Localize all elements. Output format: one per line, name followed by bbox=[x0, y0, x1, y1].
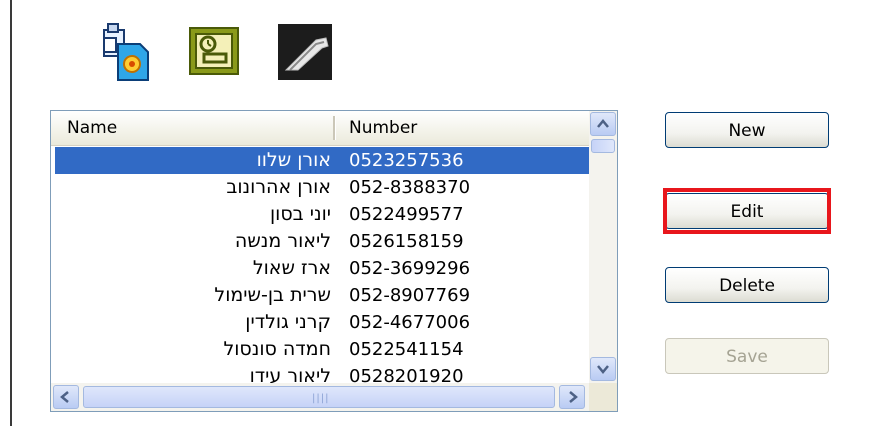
list-item[interactable]: ליאור מנשה 0526158159 bbox=[55, 228, 589, 255]
contact-name: ליאור מנשה bbox=[234, 230, 331, 252]
export-file-icon[interactable] bbox=[96, 22, 154, 84]
scroll-down-button[interactable] bbox=[590, 357, 616, 381]
horizontal-scrollbar[interactable]: |||| bbox=[51, 383, 589, 411]
list-header: Name Number bbox=[51, 111, 589, 146]
horizontal-scroll-thumb[interactable]: |||| bbox=[83, 386, 555, 408]
list-item[interactable]: אורן שלוו 0523257536 bbox=[55, 147, 589, 174]
contact-name: שרית בן-שימול bbox=[214, 284, 331, 306]
chevron-down-icon bbox=[597, 365, 609, 374]
column-header-number[interactable]: Number bbox=[349, 111, 417, 145]
contact-number: 052-4677006 bbox=[349, 312, 471, 333]
contact-number: 0526158159 bbox=[349, 231, 464, 252]
contact-number: 0522499577 bbox=[349, 204, 464, 225]
scroll-left-button[interactable] bbox=[53, 385, 79, 409]
list-item[interactable]: קרני גולדין 052-4677006 bbox=[55, 309, 589, 336]
column-header-name[interactable]: Name bbox=[67, 111, 117, 145]
chevron-right-icon bbox=[569, 391, 578, 403]
vertical-scrollbar[interactable] bbox=[589, 111, 617, 383]
list-item[interactable]: אורן אהרונוב 052-8388370 bbox=[55, 174, 589, 201]
chevron-left-icon bbox=[60, 391, 69, 403]
delete-button[interactable]: Delete bbox=[665, 267, 829, 303]
left-border bbox=[10, 0, 12, 426]
column-separator[interactable] bbox=[333, 116, 336, 140]
contact-name: אורן שלוו bbox=[256, 149, 331, 171]
scroll-grip-icon: |||| bbox=[312, 393, 330, 404]
edit-highlight-box bbox=[663, 188, 831, 234]
list-item[interactable]: חמדה סונסול 0522541154 bbox=[55, 336, 589, 363]
list-item[interactable]: שרית בן-שימול 052-8907769 bbox=[55, 282, 589, 309]
contact-name: קרני גולדין bbox=[245, 311, 331, 333]
chevron-up-icon bbox=[597, 119, 609, 128]
contacts-list[interactable]: Name Number אורן שלוו 0523257536 אורן אה… bbox=[50, 110, 618, 412]
contact-name: אורן אהרונוב bbox=[226, 176, 331, 198]
scroll-right-button[interactable] bbox=[559, 385, 585, 409]
new-button[interactable]: New bbox=[665, 112, 829, 148]
scroll-up-button[interactable] bbox=[590, 112, 616, 136]
contact-name: יוני בסון bbox=[270, 203, 331, 225]
contact-number: 052-8907769 bbox=[349, 285, 471, 306]
contact-name: חמדה סונסול bbox=[223, 338, 331, 360]
list-item[interactable]: יוני בסון 0522499577 bbox=[55, 201, 589, 228]
vertical-scroll-thumb[interactable] bbox=[591, 139, 615, 153]
contact-name: ארז שאול bbox=[252, 257, 331, 279]
contact-number: 0523257536 bbox=[349, 150, 464, 171]
contact-number: 0522541154 bbox=[349, 339, 464, 360]
contact-card-icon[interactable] bbox=[186, 22, 244, 84]
save-button[interactable]: Save bbox=[665, 338, 829, 374]
contact-number: 052-8388370 bbox=[349, 177, 471, 198]
tool-icon[interactable] bbox=[276, 22, 334, 84]
contact-number: 052-3699296 bbox=[349, 258, 471, 279]
list-rows: אורן שלוו 0523257536 אורן אהרונוב 052-83… bbox=[55, 147, 589, 390]
scrollbar-corner bbox=[589, 383, 617, 411]
list-item[interactable]: ארז שאול 052-3699296 bbox=[55, 255, 589, 282]
